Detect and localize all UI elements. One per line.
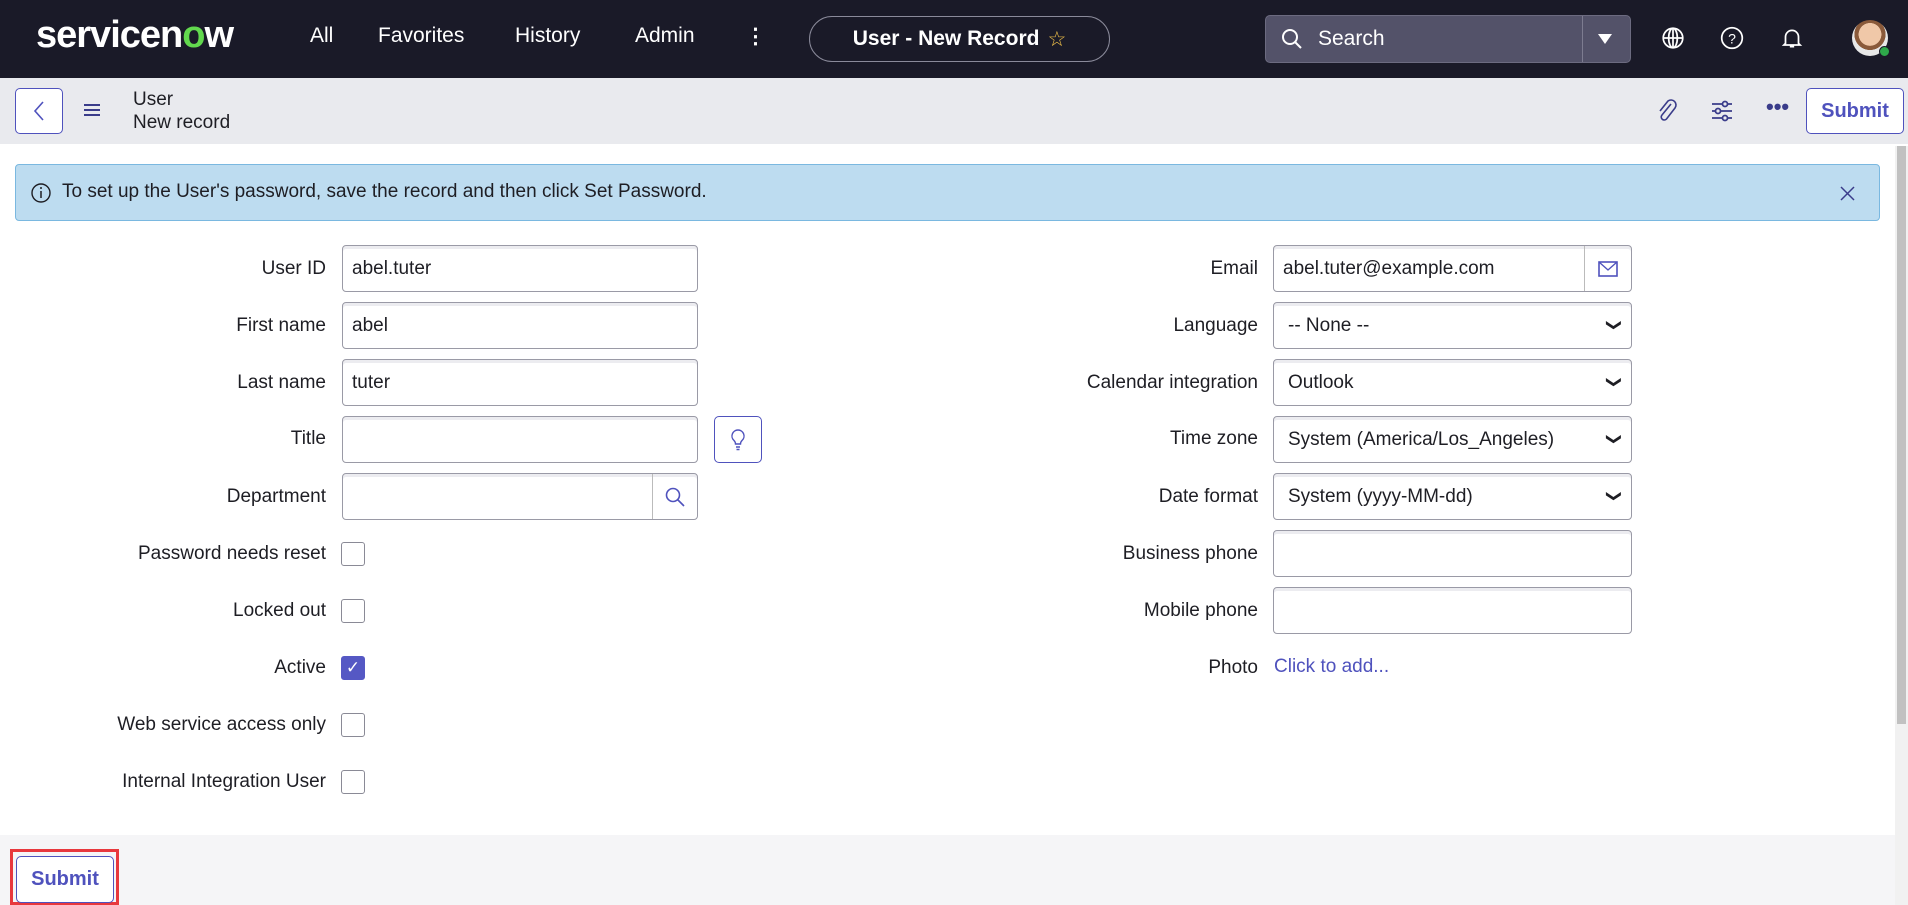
checkmark-icon: ✓	[346, 658, 360, 678]
scrollbar-thumb[interactable]	[1897, 146, 1906, 724]
label-language: Language	[938, 315, 1258, 337]
internal-integration-user-checkbox[interactable]	[341, 770, 365, 794]
mobile-phone-input[interactable]	[1273, 587, 1632, 634]
language-value: -- None --	[1288, 315, 1369, 337]
label-web-service-access-only: Web service access only	[6, 714, 326, 736]
label-internal-integration-user: Internal Integration User	[6, 771, 326, 793]
label-business-phone: Business phone	[938, 543, 1258, 565]
avatar[interactable]	[1852, 20, 1888, 56]
more-actions-icon[interactable]: •••	[1766, 94, 1789, 120]
servicenow-logo[interactable]: servicenow	[36, 14, 233, 57]
submit-button-bottom[interactable]: Submit	[16, 856, 114, 903]
date-format-select[interactable]: System (yyyy-MM-dd) ❯	[1273, 473, 1632, 520]
active-checkbox[interactable]: ✓	[341, 656, 365, 680]
submit-button-top[interactable]: Submit	[1806, 88, 1904, 134]
last-name-input[interactable]: tuter	[342, 359, 698, 406]
label-locked-out: Locked out	[6, 600, 326, 622]
chevron-down-icon: ❯	[1606, 433, 1624, 446]
chevron-down-icon[interactable]	[1596, 33, 1614, 45]
star-icon[interactable]: ☆	[1047, 27, 1066, 52]
email-input[interactable]: abel.tuter@example.com	[1274, 258, 1584, 280]
chevron-down-icon: ❯	[1606, 319, 1624, 332]
password-needs-reset-checkbox[interactable]	[341, 542, 365, 566]
top-navbar: servicenow All Favorites History Admin ⋮…	[0, 0, 1908, 78]
search-input[interactable]: Search	[1318, 27, 1385, 51]
label-photo: Photo	[938, 657, 1258, 679]
date-format-value: System (yyyy-MM-dd)	[1288, 486, 1473, 508]
info-icon	[30, 182, 52, 204]
time-zone-select[interactable]: System (America/Los_Angeles) ❯	[1273, 416, 1632, 463]
first-name-input[interactable]: abel	[342, 302, 698, 349]
info-message: To set up the User's password, save the …	[62, 181, 707, 203]
user-id-input[interactable]: abel.tuter	[342, 245, 698, 292]
label-email: Email	[938, 258, 1258, 280]
label-department: Department	[6, 486, 326, 508]
language-select[interactable]: -- None -- ❯	[1273, 302, 1632, 349]
chevron-down-icon: ❯	[1606, 376, 1624, 389]
help-icon[interactable]: ?	[1719, 25, 1745, 51]
department-lookup-button[interactable]	[652, 474, 697, 519]
more-menu-icon[interactable]: ⋮	[745, 24, 766, 49]
bell-icon[interactable]	[1779, 25, 1805, 51]
title-input[interactable]	[342, 416, 698, 463]
label-user-id: User ID	[6, 258, 326, 280]
send-email-button[interactable]	[1584, 246, 1631, 291]
scrollbar[interactable]	[1895, 146, 1908, 905]
lightbulb-icon	[730, 428, 746, 452]
info-banner: To set up the User's password, save the …	[15, 164, 1880, 221]
calendar-integration-value: Outlook	[1288, 372, 1353, 394]
label-password-needs-reset: Password needs reset	[6, 543, 326, 565]
globe-icon[interactable]	[1660, 25, 1686, 51]
nav-all[interactable]: All	[310, 24, 333, 48]
divider	[1582, 16, 1583, 62]
locked-out-checkbox[interactable]	[341, 599, 365, 623]
calendar-integration-select[interactable]: Outlook ❯	[1273, 359, 1632, 406]
web-service-access-only-checkbox[interactable]	[341, 713, 365, 737]
global-search[interactable]: Search	[1265, 15, 1631, 63]
nav-admin[interactable]: Admin	[635, 24, 695, 48]
label-date-format: Date format	[938, 486, 1258, 508]
settings-sliders-icon[interactable]	[1710, 99, 1734, 123]
chevron-left-icon	[32, 100, 46, 122]
form-header: User New record ••• Submit	[0, 78, 1908, 144]
photo-add-link[interactable]: Click to add...	[1274, 656, 1389, 678]
record-title: User - New Record	[853, 27, 1040, 51]
label-title: Title	[6, 428, 326, 450]
table-name: User	[133, 89, 173, 111]
hamburger-menu-icon[interactable]	[83, 102, 101, 118]
nav-favorites[interactable]: Favorites	[378, 24, 464, 48]
email-field: abel.tuter@example.com	[1273, 245, 1632, 292]
label-first-name: First name	[6, 315, 326, 337]
back-button[interactable]	[15, 88, 63, 134]
search-icon	[1280, 27, 1304, 51]
suggestion-button[interactable]	[714, 416, 762, 463]
paperclip-icon[interactable]	[1655, 98, 1679, 124]
label-calendar-integration: Calendar integration	[938, 372, 1258, 394]
form-footer	[0, 835, 1895, 905]
label-active: Active	[6, 657, 326, 679]
nav-history[interactable]: History	[515, 24, 580, 48]
department-field	[342, 473, 698, 520]
envelope-icon	[1598, 261, 1618, 277]
time-zone-value: System (America/Los_Angeles)	[1288, 429, 1554, 451]
online-status-icon	[1879, 46, 1890, 57]
record-subtitle: New record	[133, 112, 230, 134]
close-icon[interactable]	[1840, 186, 1855, 201]
svg-text:?: ?	[1728, 30, 1736, 46]
chevron-down-icon: ❯	[1606, 490, 1624, 503]
label-time-zone: Time zone	[938, 428, 1258, 450]
record-title-pill[interactable]: User - New Record ☆	[809, 16, 1110, 62]
label-mobile-phone: Mobile phone	[938, 600, 1258, 622]
business-phone-input[interactable]	[1273, 530, 1632, 577]
label-last-name: Last name	[6, 372, 326, 394]
search-icon	[664, 486, 686, 508]
